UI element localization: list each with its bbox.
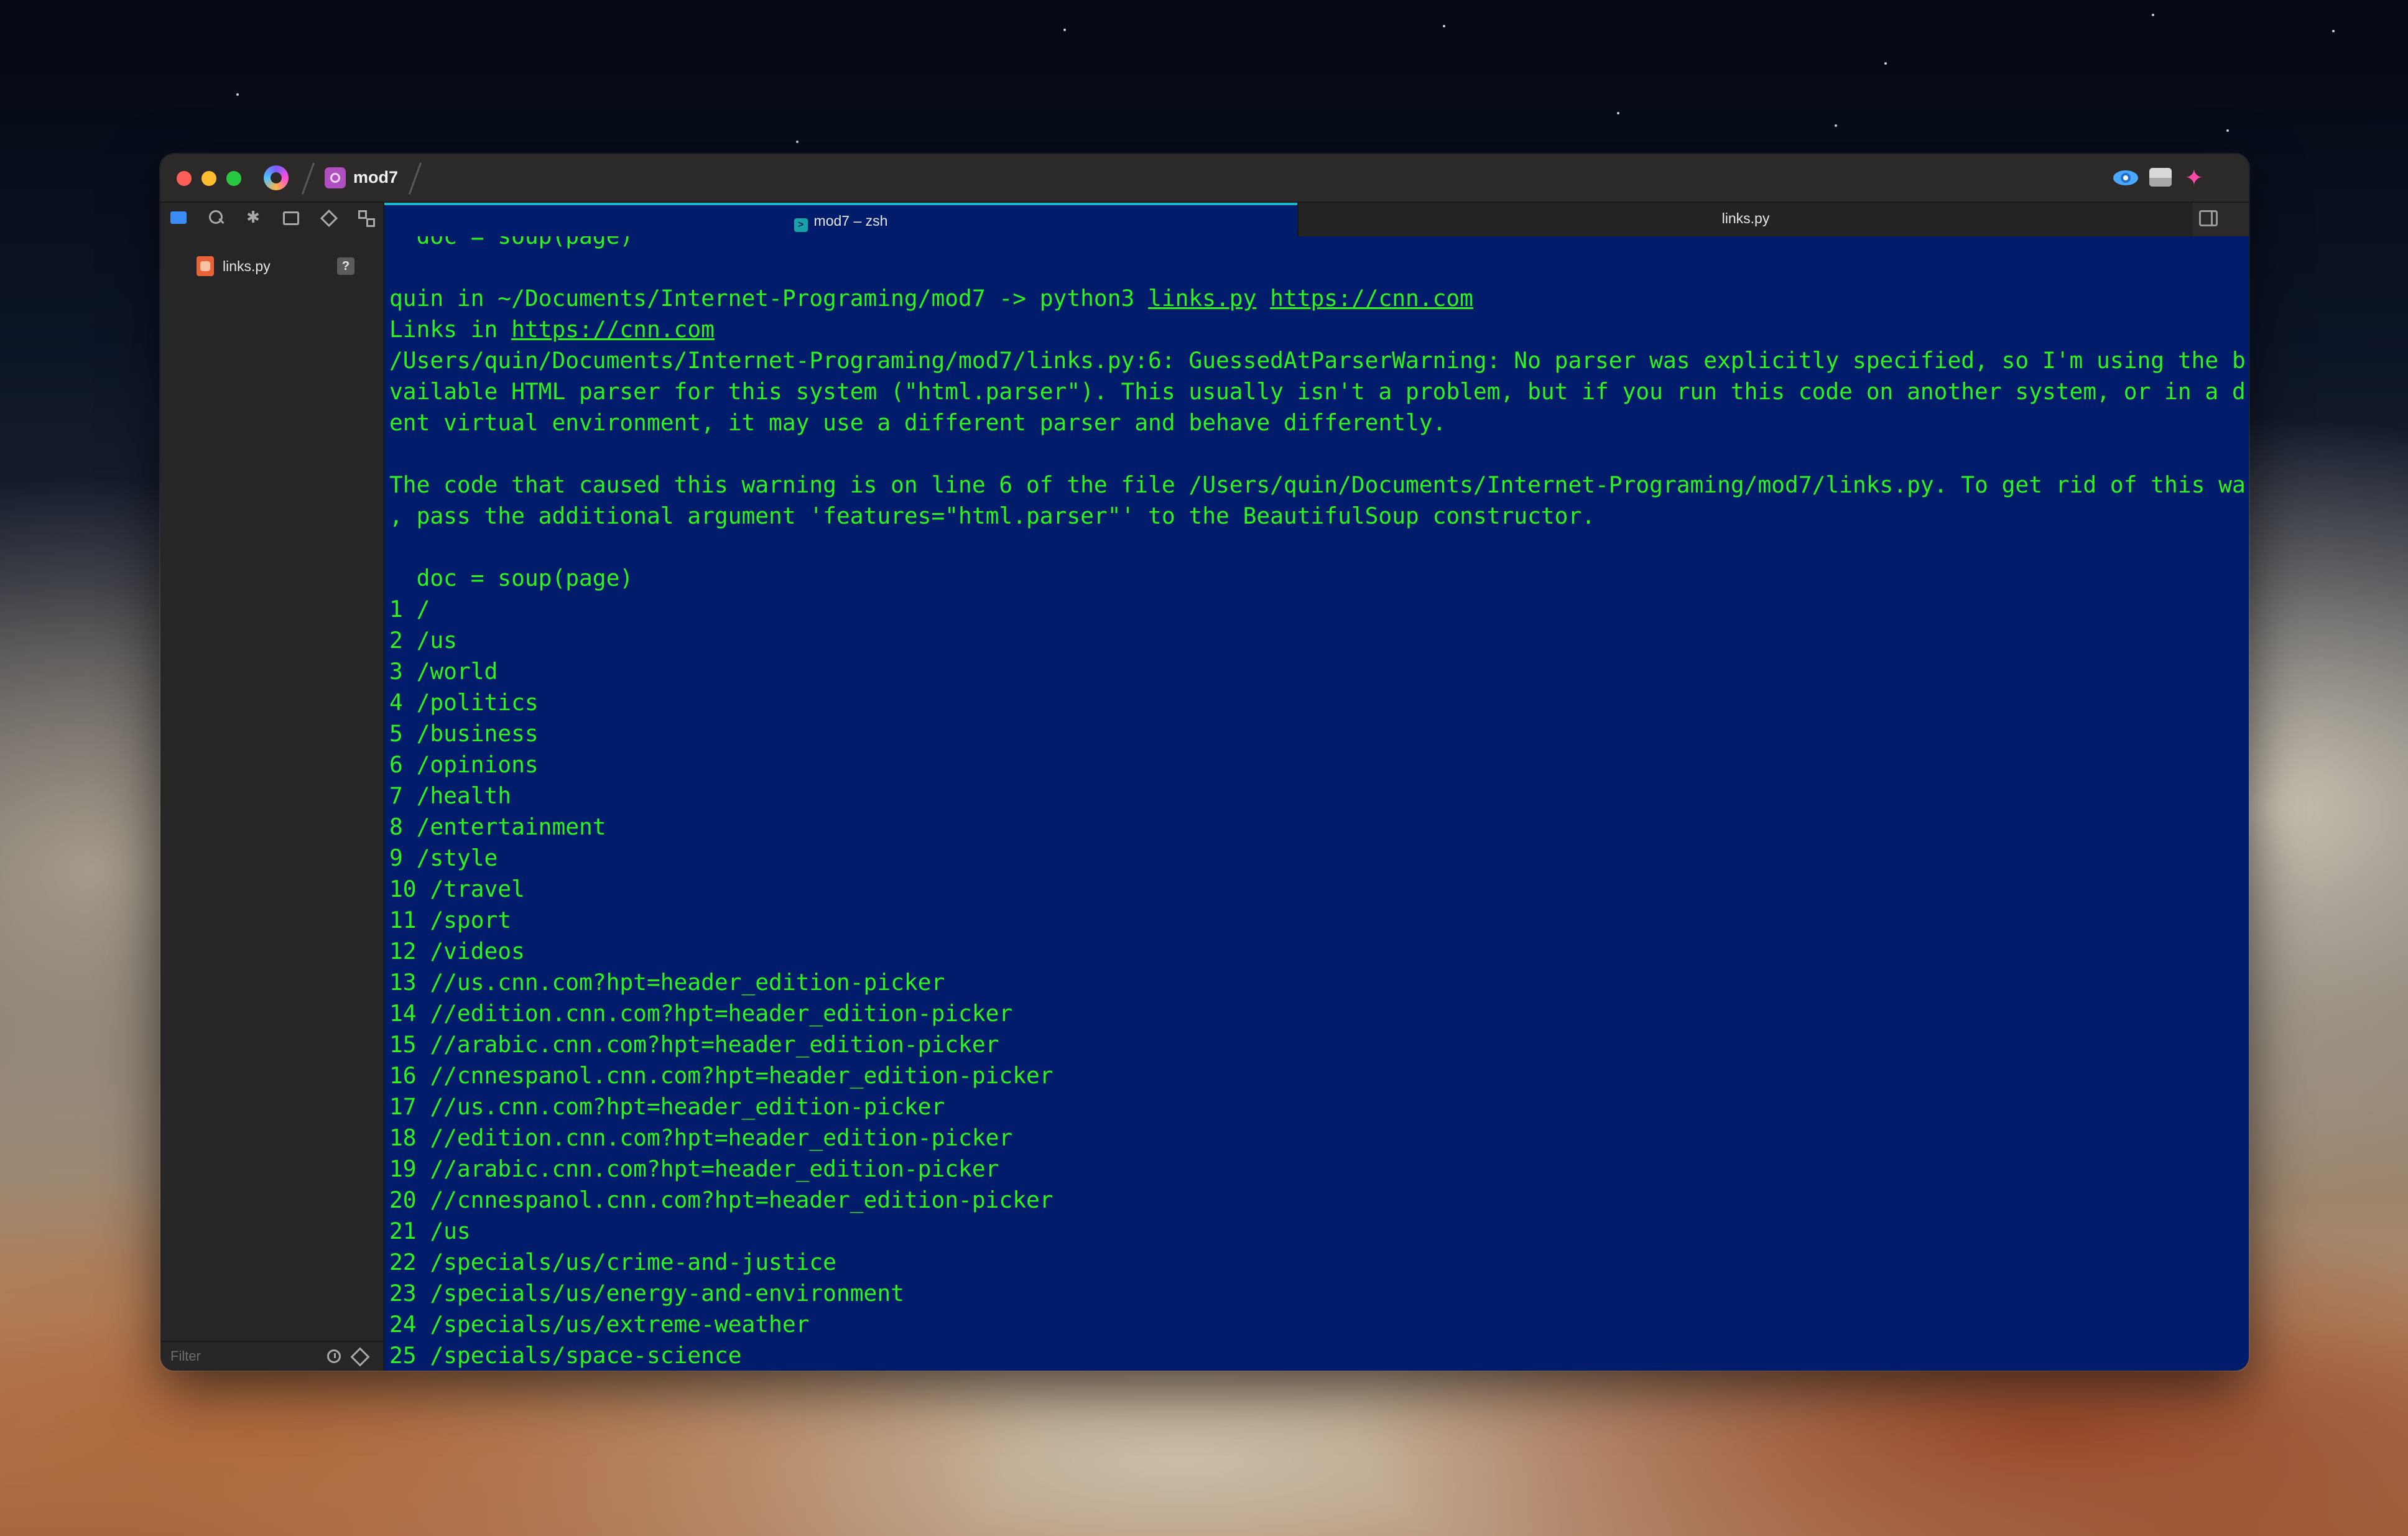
sidebar: ✱ links.py ?	[160, 203, 384, 1371]
star	[1443, 25, 1445, 27]
terminal-line: 2 /us	[389, 627, 457, 654]
terminal-line: quin in ~/Documents/Internet-Programing/…	[389, 285, 1473, 312]
breadcrumb-separator	[301, 162, 315, 195]
terminal-window: mod7 ✦ ✱ links.py ? > mod7 – zsh	[160, 154, 2249, 1371]
star	[1617, 112, 1619, 114]
project-icon	[325, 167, 346, 188]
terminal-line: Links in https://cnn.com	[389, 316, 715, 343]
terminal-line: 16 //cnnespanol.cnn.com?hpt=header_editi…	[389, 1062, 1054, 1089]
terminal-line: 17 //us.cnn.com?hpt=header_edition-picke…	[389, 1093, 945, 1120]
filter-bar	[160, 1341, 383, 1371]
grid-icon[interactable]	[356, 208, 375, 227]
terminal-line: doc = soup(page)	[389, 565, 634, 591]
minimize-window-button[interactable]	[201, 171, 216, 186]
terminal-line: 10 /travel	[389, 876, 525, 902]
rectangle-icon[interactable]	[281, 208, 300, 226]
terminal-line: The code that caused this warning is on …	[389, 471, 2246, 498]
terminal-line: 12 /videos	[389, 938, 525, 965]
filter-input[interactable]	[169, 1346, 333, 1367]
tab-links-py[interactable]: links.py	[1297, 203, 2193, 236]
terminal-line: 21 /us	[389, 1218, 471, 1244]
terminal-line: 14 //edition.cnn.com?hpt=header_edition-…	[389, 1000, 1013, 1027]
terminal-line: 4 /politics	[389, 689, 539, 716]
close-window-button[interactable]	[177, 171, 192, 186]
terminal-line: vailable HTML parser for this system ("h…	[389, 378, 2246, 405]
split-panel-icon[interactable]	[2199, 210, 2218, 226]
star	[236, 93, 239, 96]
star	[1063, 29, 1066, 31]
eye-icon[interactable]	[2113, 165, 2138, 190]
tab-terminal-label-wrap: > mod7 – zsh	[384, 213, 1297, 232]
breadcrumb-separator	[408, 162, 422, 195]
terminal-line: 11 /sport	[389, 907, 512, 933]
terminal-line: 15 //arabic.cnn.com?hpt=header_edition-p…	[389, 1031, 999, 1058]
starry-sky	[0, 0, 2408, 155]
diamond-icon[interactable]	[318, 208, 337, 226]
terminal-line: 25 /specials/space-science	[389, 1342, 742, 1369]
terminal-line: 5 /business	[389, 720, 539, 747]
sidebar-toolbar: ✱	[160, 203, 383, 231]
terminal-line: 18 //edition.cnn.com?hpt=header_edition-…	[389, 1124, 1013, 1151]
clock-icon[interactable]	[327, 1349, 341, 1363]
terminal-line: 23 /specials/us/energy-and-environment	[389, 1280, 904, 1307]
terminal-lines: doc = soup(page) quin in ~/Documents/Inte…	[389, 236, 2246, 1371]
title-bar[interactable]: mod7 ✦	[160, 154, 2249, 203]
folder-icon[interactable]	[169, 208, 188, 226]
terminal-line: 6 /opinions	[389, 751, 539, 778]
terminal-line: 1 /	[389, 596, 430, 622]
terminal-output[interactable]: doc = soup(page) quin in ~/Documents/Inte…	[384, 236, 2249, 1371]
star	[2332, 30, 2335, 32]
terminal-line: 7 /health	[389, 782, 512, 809]
terminal-line: 3 /world	[389, 658, 498, 685]
untracked-badge: ?	[337, 257, 354, 275]
sparkle-icon[interactable]: ✦	[2182, 165, 2207, 190]
terminal-line: 20 //cnnespanol.cnn.com?hpt=header_editi…	[389, 1187, 1054, 1213]
panel-icon[interactable]	[2148, 165, 2173, 190]
sidebar-file-item[interactable]: links.py ?	[160, 252, 383, 280]
star	[2152, 14, 2154, 16]
star	[2226, 129, 2229, 132]
terminal-line: 8 /entertainment	[389, 813, 606, 840]
tab-bar: > mod7 – zsh links.py	[384, 203, 2249, 236]
terminal-line: ent virtual environment, it may use a di…	[389, 409, 1447, 436]
tab-label: mod7 – zsh	[813, 213, 888, 229]
terminal-line: doc = soup(page)	[389, 236, 2246, 252]
terminal-line: , pass the additional argument 'features…	[389, 502, 1596, 529]
tab-terminal[interactable]: > mod7 – zsh	[384, 203, 1297, 236]
terminal-line: /Users/quin/Documents/Internet-Programin…	[389, 347, 2246, 374]
star	[796, 141, 799, 143]
python-file-icon	[197, 256, 214, 276]
star	[1884, 62, 1887, 65]
zoom-window-button[interactable]	[226, 171, 241, 186]
terminal-line: 9 /style	[389, 844, 498, 871]
asterisk-icon[interactable]: ✱	[244, 208, 262, 226]
star	[1835, 124, 1837, 127]
terminal-line: 19 //arabic.cnn.com?hpt=header_edition-p…	[389, 1155, 999, 1182]
file-name: links.py	[223, 258, 271, 274]
filter-diamond-icon[interactable]	[350, 1347, 370, 1367]
search-icon[interactable]	[206, 208, 225, 226]
terminal-line: 24 /specials/us/extreme-weather	[389, 1311, 810, 1338]
terminal-icon: >	[794, 218, 808, 232]
terminal-line: 22 /specials/us/crime-and-justice	[389, 1249, 836, 1275]
terminal-line: 13 //us.cnn.com?hpt=header_edition-picke…	[389, 969, 945, 996]
project-title[interactable]: mod7	[353, 168, 398, 187]
tab-label: links.py	[1721, 210, 1770, 226]
app-logo-icon[interactable]	[264, 165, 289, 190]
